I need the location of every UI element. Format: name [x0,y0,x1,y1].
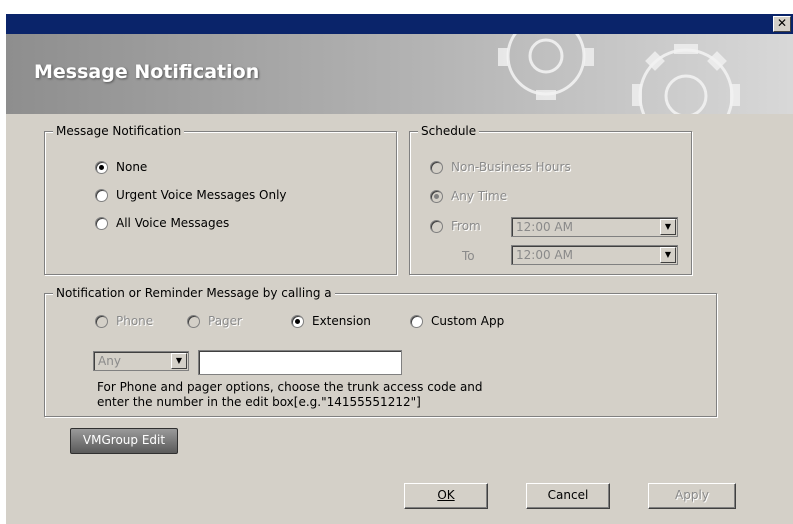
ok-button-label: OK [437,488,455,502]
radio-label: Urgent Voice Messages Only [116,188,287,202]
to-label: To [462,249,475,263]
from-time-select[interactable]: 12:00 AM ▼ [511,217,678,237]
radio-urgent-only[interactable]: Urgent Voice Messages Only [95,188,287,202]
radio-pager[interactable]: Pager [187,314,242,328]
select-value: 12:00 AM [516,248,573,262]
group-legend: Schedule [418,124,480,138]
radio-label: Pager [208,314,242,328]
radio-label: None [116,160,148,174]
close-icon[interactable]: ✕ [773,16,791,32]
radio-label: Extension [312,314,371,328]
apply-button[interactable]: Apply [648,483,736,509]
radio-circle[interactable] [430,189,443,203]
chevron-down-icon[interactable]: ▼ [660,247,676,263]
help-text-line-1: For Phone and pager options, choose the … [97,380,483,394]
cancel-button-label: Cancel [547,488,589,502]
apply-button-label: Apply [675,488,709,502]
radio-label: From [451,219,481,233]
group-legend: Message Notification [53,124,185,138]
chevron-down-icon[interactable]: ▼ [171,353,187,369]
radio-from[interactable]: From [430,219,481,233]
schedule-group: Schedule Non-Business Hours Any Time Fro… [409,124,692,275]
radio-circle[interactable] [95,314,108,328]
radio-non-business-hours[interactable]: Non-Business Hours [430,160,571,174]
title-bar: ✕ [6,14,793,34]
radio-circle[interactable] [95,188,108,202]
radio-circle[interactable] [95,160,108,174]
radio-circle[interactable] [187,314,200,328]
radio-circle[interactable] [410,314,423,328]
chevron-down-icon[interactable]: ▼ [660,219,676,235]
radio-label: Non-Business Hours [451,160,571,174]
radio-none[interactable]: None [95,160,147,174]
radio-all-voice[interactable]: All Voice Messages [95,216,229,230]
header-banner: Message Notification [6,34,793,114]
trunk-access-select[interactable]: Any ▼ [93,351,189,371]
group-legend: Notification or Reminder Message by call… [53,286,335,300]
message-notification-dialog: ✕ Message Notification Message Notificat… [6,14,793,524]
to-time-select[interactable]: 12:00 AM ▼ [511,245,678,265]
message-notification-group: Message Notification None Urgent Voice M… [44,124,397,275]
radio-label: All Voice Messages [116,216,230,230]
radio-extension[interactable]: Extension [291,314,371,328]
radio-circle[interactable] [430,219,443,233]
radio-phone[interactable]: Phone [95,314,153,328]
phone-number-input[interactable] [198,350,402,375]
notify-by-calling-group: Notification or Reminder Message by call… [44,286,717,417]
select-value: Any [98,354,121,368]
help-text-line-2: enter the number in the edit box[e.g."14… [97,395,421,409]
radio-circle[interactable] [95,216,108,230]
cancel-button[interactable]: Cancel [526,483,610,509]
select-value: 12:00 AM [516,220,573,234]
radio-custom-app[interactable]: Custom App [410,314,504,328]
radio-label: Custom App [431,314,505,328]
radio-circle[interactable] [430,160,443,174]
radio-circle[interactable] [291,314,304,328]
gears-icon [498,34,740,114]
banner-title: Message Notification [34,61,260,83]
radio-label: Any Time [451,189,508,203]
ok-button[interactable]: OK [404,483,488,509]
vmgroup-edit-button[interactable]: VMGroup Edit [70,428,178,454]
radio-any-time[interactable]: Any Time [430,189,507,203]
radio-label: Phone [116,314,154,328]
